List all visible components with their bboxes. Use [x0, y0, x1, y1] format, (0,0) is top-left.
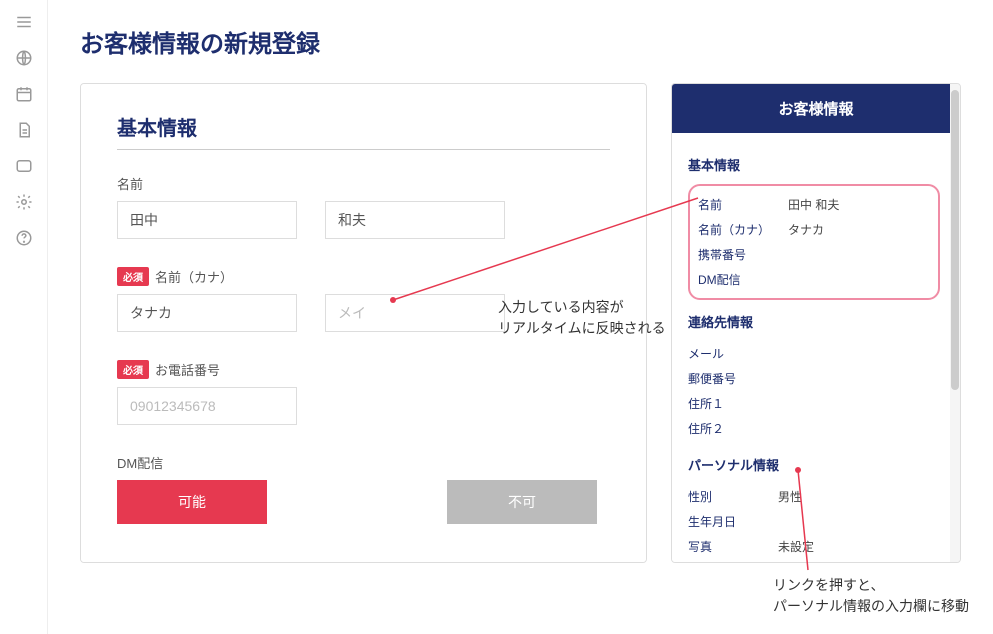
sum-photo-value: 未設定 — [778, 538, 940, 555]
globe-icon[interactable] — [14, 48, 34, 68]
kana-last-input[interactable] — [117, 294, 297, 332]
form-section-title: 基本情報 — [117, 112, 610, 150]
required-badge: 必須 — [117, 360, 149, 379]
dm-label: DM配信 — [117, 453, 610, 472]
summary-header: お客様情報 — [672, 84, 960, 133]
required-badge: 必須 — [117, 267, 149, 286]
sum-gender-value: 男性 — [778, 488, 940, 505]
sum-name-label: 名前 — [698, 196, 788, 213]
summary-panel: お客様情報 基本情報 名前田中 和夫 名前（カナ）タナカ 携帯番号 DM配信 連… — [671, 83, 961, 563]
sum-photo-label: 写真 — [688, 538, 778, 555]
name-label: 名前 — [117, 174, 610, 193]
field-dm: DM配信 可能 不可 — [117, 453, 610, 524]
summary-basic-title: 基本情報 — [688, 155, 940, 174]
scrollbar[interactable] — [950, 84, 960, 562]
sum-name-value: 田中 和夫 — [788, 196, 930, 213]
form-panel: 基本情報 名前 必須 名前（カナ） — [80, 83, 647, 563]
summary-contact-title[interactable]: 連絡先情報 — [688, 312, 940, 331]
sum-phone-label: 携帯番号 — [698, 246, 788, 263]
calendar-icon[interactable] — [14, 84, 34, 104]
dm-possible-button[interactable]: 可能 — [117, 480, 267, 524]
field-name: 名前 — [117, 174, 610, 239]
page-title: お客様情報の新規登録 — [80, 24, 961, 59]
sidebar-nav — [0, 0, 48, 634]
sum-addr2-label: 住所２ — [688, 420, 778, 437]
name-last-input[interactable] — [117, 201, 297, 239]
sum-dm-label: DM配信 — [698, 271, 788, 288]
summary-personal-title[interactable]: パーソナル情報 — [688, 455, 940, 474]
sum-kana-label: 名前（カナ） — [698, 221, 788, 238]
field-kana: 必須 名前（カナ） — [117, 267, 610, 332]
sum-zip-label: 郵便番号 — [688, 370, 778, 387]
name-first-input[interactable] — [325, 201, 505, 239]
field-phone: 必須 お電話番号 — [117, 360, 610, 425]
chat-icon[interactable] — [14, 156, 34, 176]
sum-gender-label: 性別 — [688, 488, 778, 505]
document-icon[interactable] — [14, 120, 34, 140]
annotation-link: リンクを押すと、 パーソナル情報の入力欄に移動 — [773, 575, 969, 617]
phone-label: お電話番号 — [155, 360, 220, 379]
sum-kana-value: タナカ — [788, 221, 930, 238]
kana-first-input[interactable] — [325, 294, 505, 332]
menu-icon[interactable] — [14, 12, 34, 32]
gear-icon[interactable] — [14, 192, 34, 212]
summary-basic-highlight: 名前田中 和夫 名前（カナ）タナカ 携帯番号 DM配信 — [688, 184, 940, 300]
sum-birth-label: 生年月日 — [688, 513, 778, 530]
dm-not-possible-button[interactable]: 不可 — [447, 480, 597, 524]
sum-mail-label: メール — [688, 345, 778, 362]
main-content: お客様情報の新規登録 基本情報 名前 必須 名前（カナ） — [48, 0, 993, 634]
phone-input[interactable] — [117, 387, 297, 425]
help-icon[interactable] — [14, 228, 34, 248]
sum-addr1-label: 住所１ — [688, 395, 778, 412]
kana-label: 名前（カナ） — [155, 267, 233, 286]
